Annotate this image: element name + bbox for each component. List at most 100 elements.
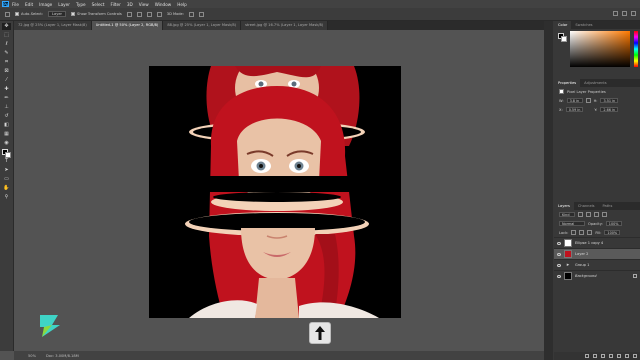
background-color-swatch[interactable]	[5, 152, 11, 158]
zoom-level[interactable]: 50%	[28, 354, 36, 358]
tab-properties[interactable]: Properties	[554, 79, 581, 87]
eyedropper-tool-icon[interactable]: ⁄	[2, 77, 11, 84]
tab-document-2[interactable]: Untitled-1 @ 50% (Layer 2, RGB/8)	[91, 21, 164, 30]
brush-tool-icon[interactable]: ✏	[2, 95, 11, 102]
layer-name[interactable]: Background	[575, 274, 597, 278]
upload-button[interactable]	[309, 322, 331, 344]
blend-row: Normal Opacity: 100%	[554, 219, 640, 228]
y-field[interactable]: 2.66 in	[600, 107, 619, 112]
clone-stamp-tool-icon[interactable]: ⊥	[2, 104, 11, 111]
type-tool-icon[interactable]: T	[2, 158, 11, 165]
tab-color[interactable]: Color	[554, 21, 572, 29]
tab-document-3[interactable]: 88.jpg @ 25% (Layer 1, Layer Mask/8)	[163, 21, 242, 30]
fill-field[interactable]: 100%	[604, 230, 621, 235]
distribute-icon[interactable]	[156, 11, 162, 17]
lasso-tool-icon[interactable]: ℓ	[2, 41, 11, 48]
new-layer-icon[interactable]	[625, 354, 629, 358]
lock-pixels-icon[interactable]	[571, 230, 577, 235]
frame-tool-icon[interactable]: ⊠	[2, 68, 11, 75]
align-center-icon[interactable]	[136, 11, 142, 17]
mask-icon[interactable]	[601, 354, 605, 358]
layer-row[interactable]: Ellipse 1 copy 4	[554, 237, 640, 248]
quick-select-tool-icon[interactable]: ✎	[2, 50, 11, 57]
3d-rotate-icon[interactable]	[188, 11, 194, 17]
menu-3d[interactable]: 3D	[127, 2, 133, 7]
filter-adjustment-icon[interactable]	[586, 212, 591, 217]
opacity-field[interactable]: 100%	[605, 221, 622, 226]
adjustment-layer-icon[interactable]	[609, 354, 613, 358]
menu-filter[interactable]: Filter	[110, 2, 120, 7]
workspace-icon[interactable]	[622, 11, 627, 16]
menu-file[interactable]: File	[12, 2, 19, 7]
photoshop-logo[interactable]: Ps	[2, 1, 9, 7]
eraser-tool-icon[interactable]: ◧	[2, 122, 11, 129]
lock-position-icon[interactable]	[579, 230, 585, 235]
width-field[interactable]: 3.8 in	[566, 98, 583, 103]
auto-select-dropdown[interactable]: Layer	[48, 11, 67, 17]
layer-row-selected[interactable]: Layer 2	[554, 248, 640, 259]
shape-tool-icon[interactable]: ▭	[2, 176, 11, 183]
layer-name[interactable]: Group 1	[575, 263, 589, 267]
tab-paths[interactable]: Paths	[599, 202, 617, 210]
trash-icon[interactable]	[633, 354, 637, 358]
layer-row[interactable]: ▸ Group 1	[554, 259, 640, 270]
tab-channels[interactable]: Channels	[574, 202, 599, 210]
hue-slider[interactable]	[634, 31, 638, 67]
fx-icon[interactable]	[593, 354, 597, 358]
menu-type[interactable]: Type	[76, 2, 86, 7]
layer-kind-filter[interactable]: Kind	[559, 212, 575, 217]
auto-select-checkbox[interactable]: Auto-Select:	[15, 12, 43, 16]
menu-edit[interactable]: Edit	[25, 2, 33, 7]
link-icon[interactable]	[585, 98, 591, 103]
tab-document-1[interactable]: 72.jpg @ 25% (Layer 1, Layer Mask/8)	[14, 21, 92, 30]
move-tool-icon[interactable]: ✥	[2, 23, 11, 30]
gradient-tool-icon[interactable]: ▦	[2, 131, 11, 138]
height-field[interactable]: 3.51 in	[600, 98, 619, 103]
visibility-eye-icon[interactable]	[557, 252, 561, 256]
color-picker-field[interactable]	[570, 31, 630, 67]
align-right-icon[interactable]	[146, 11, 152, 17]
align-left-icon[interactable]	[126, 11, 132, 17]
menu-select[interactable]: Select	[92, 2, 105, 7]
3d-pan-icon[interactable]	[198, 11, 204, 17]
tab-swatches[interactable]: Swatches	[571, 21, 596, 29]
menu-image[interactable]: Image	[39, 2, 52, 7]
healing-brush-tool-icon[interactable]: ✚	[2, 86, 11, 93]
layers-footer	[554, 352, 640, 360]
move-tool-icon[interactable]	[5, 11, 10, 17]
tab-layers[interactable]: Layers	[554, 202, 574, 210]
visibility-eye-icon[interactable]	[557, 263, 561, 267]
hand-tool-icon[interactable]: ✋	[2, 185, 11, 192]
filter-shape-icon[interactable]	[602, 212, 607, 217]
filter-type-icon[interactable]	[594, 212, 599, 217]
menu-help[interactable]: Help	[177, 2, 187, 7]
new-group-icon[interactable]	[617, 354, 621, 358]
lock-all-icon[interactable]	[587, 230, 593, 235]
menu-layer[interactable]: Layer	[58, 2, 70, 7]
document-size[interactable]: Doc: 3.00M/8.18M	[46, 354, 79, 358]
document-canvas[interactable]	[149, 66, 401, 318]
background-color-swatch[interactable]	[561, 36, 567, 42]
visibility-eye-icon[interactable]	[557, 241, 561, 245]
blur-tool-icon[interactable]: ◉	[2, 140, 11, 147]
layer-name[interactable]: Ellipse 1 copy 4	[575, 241, 603, 245]
show-transform-checkbox[interactable]: Show Transform Controls	[71, 12, 122, 16]
filter-pixel-icon[interactable]	[578, 212, 583, 217]
path-select-tool-icon[interactable]: ➤	[2, 167, 11, 174]
crop-tool-icon[interactable]: ⌗	[2, 59, 11, 66]
tab-adjustments[interactable]: Adjustments	[580, 79, 611, 87]
blend-mode-select[interactable]: Normal	[559, 221, 585, 226]
share-icon[interactable]	[631, 11, 636, 16]
tab-document-4[interactable]: street.jpg @ 16.7% (Layer 1, Layer Mask/…	[241, 21, 329, 30]
marquee-tool-icon[interactable]: ⬚	[2, 32, 11, 39]
menu-window[interactable]: Window	[155, 2, 172, 7]
menu-view[interactable]: View	[139, 2, 149, 7]
x-field[interactable]: 0.59 in	[565, 107, 584, 112]
layer-name[interactable]: Layer 2	[575, 252, 588, 256]
history-brush-tool-icon[interactable]: ↺	[2, 113, 11, 120]
layer-row[interactable]: Background	[554, 270, 640, 281]
search-icon[interactable]	[613, 11, 618, 16]
visibility-eye-icon[interactable]	[557, 274, 561, 278]
link-layers-icon[interactable]	[585, 354, 589, 358]
zoom-tool-icon[interactable]: ⚲	[2, 194, 11, 201]
